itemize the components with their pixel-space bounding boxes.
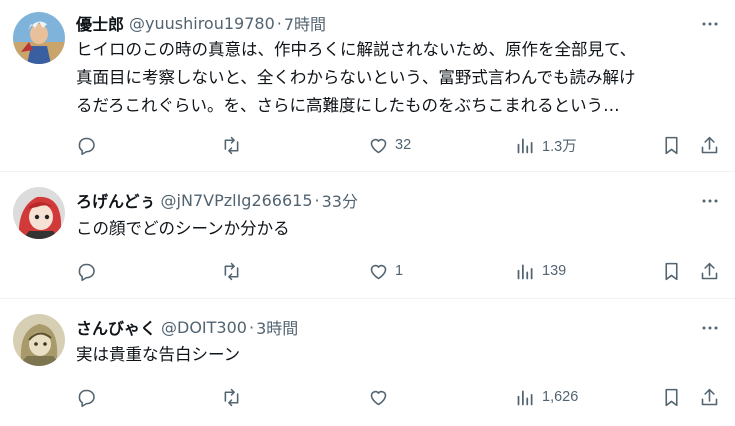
avatar[interactable] [13, 314, 65, 366]
separator: · [276, 13, 282, 33]
user-handle[interactable]: @DOIT300 [161, 318, 247, 337]
retweet-icon [224, 388, 239, 406]
tweet[interactable]: 優士郎 @yuushirou19780 · 7時間 ヒイロのこの時の真意は、作中… [0, 0, 735, 172]
user-handle[interactable]: @yuushirou19780 [129, 14, 275, 33]
share-icon [701, 136, 718, 153]
like-icon [370, 138, 387, 153]
retweet-icon [224, 262, 239, 280]
tweet-actions: 1,626 [74, 385, 735, 409]
bookmark-button[interactable] [661, 259, 682, 283]
views-button[interactable]: 139 [515, 259, 566, 283]
bookmark-button[interactable] [661, 133, 682, 157]
more-icon[interactable] [699, 190, 721, 212]
share-button[interactable] [699, 259, 720, 283]
more-icon[interactable] [699, 317, 721, 339]
user-handle[interactable]: @jN7VPzlIg266615 [161, 191, 313, 210]
tweet-feed: 優士郎 @yuushirou19780 · 7時間 ヒイロのこの時の真意は、作中… [0, 0, 735, 426]
share-button[interactable] [699, 385, 720, 409]
retweet-button[interactable] [221, 259, 242, 283]
share-icon [701, 388, 718, 405]
tweet-text: この顔でどのシーンか分かる [76, 219, 290, 238]
views-icon [517, 264, 533, 279]
views-icon [517, 138, 533, 153]
tweet-text: 実は貴重な告白シーン [76, 345, 241, 364]
retweet-button[interactable] [221, 385, 242, 409]
views-icon [517, 390, 533, 405]
like-count: 1 [395, 263, 404, 279]
retweet-button[interactable] [221, 133, 242, 157]
tweet-actions: 32 1.3万 [74, 133, 735, 157]
view-count: 1,626 [542, 389, 579, 405]
reply-icon [78, 389, 95, 407]
views-button[interactable]: 1,626 [515, 385, 578, 409]
anime-character-avatar-icon [13, 12, 65, 64]
timestamp[interactable]: 3時間 [256, 315, 298, 339]
share-icon [701, 262, 718, 279]
retweet-icon [224, 136, 239, 154]
separator: · [248, 317, 255, 337]
tweet[interactable]: ろげんどぅ @jN7VPzlIg266615 · 33分 この顔でどのシーンか分… [0, 172, 735, 299]
bookmark-button[interactable] [661, 385, 682, 409]
bookmark-icon [665, 388, 678, 406]
tweet-header: ろげんどぅ @jN7VPzlIg266615 · 33分 [76, 188, 685, 212]
view-count: 1.3万 [542, 138, 577, 155]
more-icon[interactable] [699, 13, 721, 35]
tweet[interactable]: さんびゃく @DOIT300 · 3時間 実は貴重な告白シーン 1,626 [0, 299, 735, 426]
tweet-header: さんびゃく @DOIT300 · 3時間 [76, 315, 685, 339]
tweet-actions: 1 139 [74, 259, 735, 283]
bookmark-icon [665, 136, 678, 154]
reply-button[interactable] [76, 133, 97, 157]
avatar[interactable] [13, 187, 65, 239]
tweet-text: ヒイロのこの時の真意は、作中ろくに解説されないため、原作を全部見て、 真面目に考… [76, 40, 637, 115]
avatar[interactable] [13, 12, 65, 64]
reply-button[interactable] [76, 259, 97, 283]
red-hair-character-avatar-icon [13, 187, 65, 239]
like-count: 32 [395, 137, 412, 153]
view-count: 139 [542, 263, 567, 279]
separator: · [314, 190, 320, 210]
display-name[interactable]: 優士郎 [76, 11, 124, 35]
like-button[interactable]: 32 [368, 133, 411, 157]
share-button[interactable] [699, 133, 720, 157]
timestamp[interactable]: 7時間 [284, 11, 326, 35]
reply-icon [78, 137, 95, 155]
sketch-character-avatar-icon [13, 314, 65, 366]
tweet-header: 優士郎 @yuushirou19780 · 7時間 [76, 11, 685, 35]
reply-icon [78, 263, 95, 281]
bookmark-icon [665, 262, 678, 280]
like-icon [370, 264, 387, 279]
timestamp[interactable]: 33分 [322, 188, 358, 212]
display-name[interactable]: ろげんどぅ [76, 188, 156, 212]
like-icon [370, 390, 387, 405]
like-button[interactable] [368, 385, 395, 409]
like-button[interactable]: 1 [368, 259, 403, 283]
reply-button[interactable] [76, 385, 97, 409]
display-name[interactable]: さんびゃく [76, 315, 156, 339]
views-button[interactable]: 1.3万 [515, 133, 577, 157]
